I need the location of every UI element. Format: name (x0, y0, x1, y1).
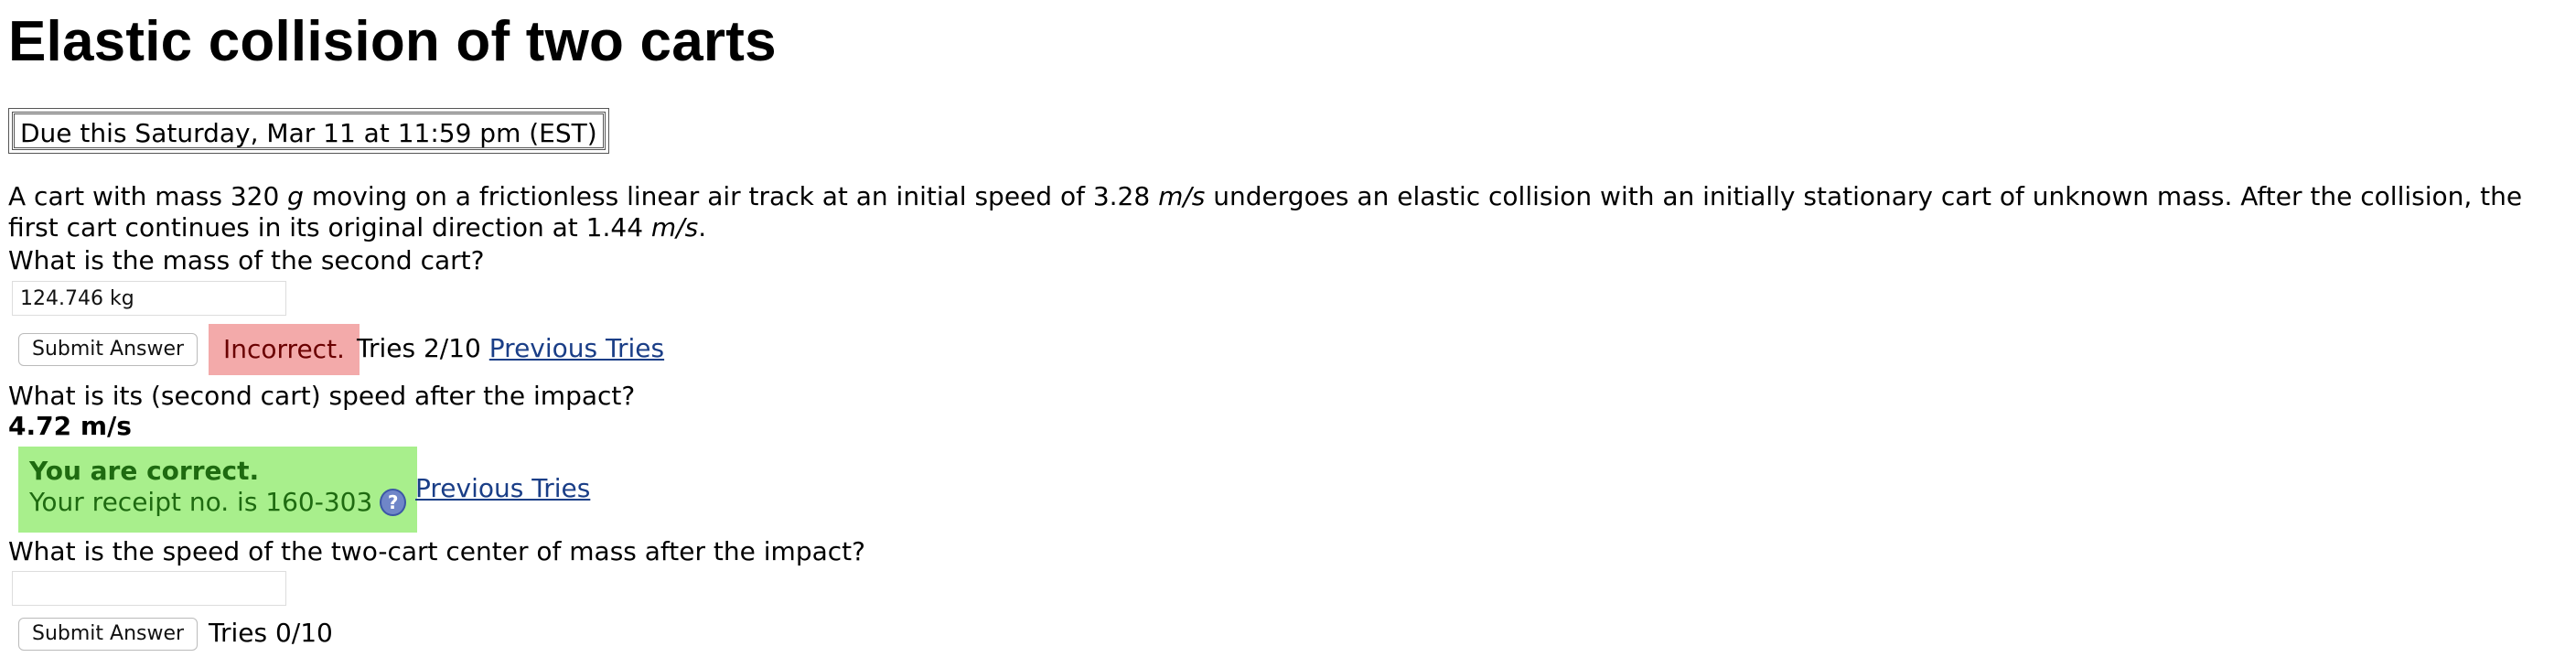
unit-grams: g (287, 181, 304, 211)
question-3-submit-button[interactable]: Submit Answer (18, 618, 199, 651)
question-3-answer-input[interactable] (12, 571, 286, 606)
question-3-text: What is the speed of the two-cart center… (8, 536, 865, 566)
question-3-tries-count: Tries 0/10 (209, 618, 333, 648)
question-1-tries: Tries 2/10 Previous Tries (357, 333, 664, 363)
unit-mps-1: m/s (1158, 181, 1206, 211)
question-circle-icon[interactable]: ? (380, 489, 406, 516)
receipt-line: Your receipt no. is 160-303 ? (29, 487, 406, 518)
question-2-text: What is its (second cart) speed after th… (8, 381, 636, 411)
problem-text-4: . (698, 212, 707, 242)
question-2-submitted-answer: 4.72 m/s (8, 411, 132, 441)
receipt-number: Your receipt no. is 160-303 (29, 487, 373, 517)
question-2-previous-tries: Previous Tries (415, 473, 590, 503)
question-1-submit-button[interactable]: Submit Answer (18, 333, 199, 366)
question-2-previous-tries-link[interactable]: Previous Tries (415, 473, 590, 503)
page-title: Elastic collision of two carts (8, 10, 777, 73)
due-date-box: Due this Saturday, Mar 11 at 11:59 pm (E… (8, 108, 609, 154)
problem-statement: A cart with mass 320 g moving on a frict… (8, 181, 2551, 243)
problem-text-2: moving on a frictionless linear air trac… (303, 181, 1159, 211)
correct-status-title: You are correct. (29, 456, 260, 486)
question-1-previous-tries-link[interactable]: Previous Tries (489, 333, 664, 363)
problem-text-1: A cart with mass 320 (8, 181, 288, 211)
question-1-tries-count: Tries 2/10 (357, 333, 481, 363)
unit-mps-2: m/s (650, 212, 699, 242)
correct-status-box: You are correct. Your receipt no. is 160… (18, 447, 417, 533)
question-1-text: What is the mass of the second cart? (8, 245, 485, 275)
question-1-answer-input[interactable] (12, 281, 286, 316)
incorrect-status-badge: Incorrect. (209, 324, 360, 375)
